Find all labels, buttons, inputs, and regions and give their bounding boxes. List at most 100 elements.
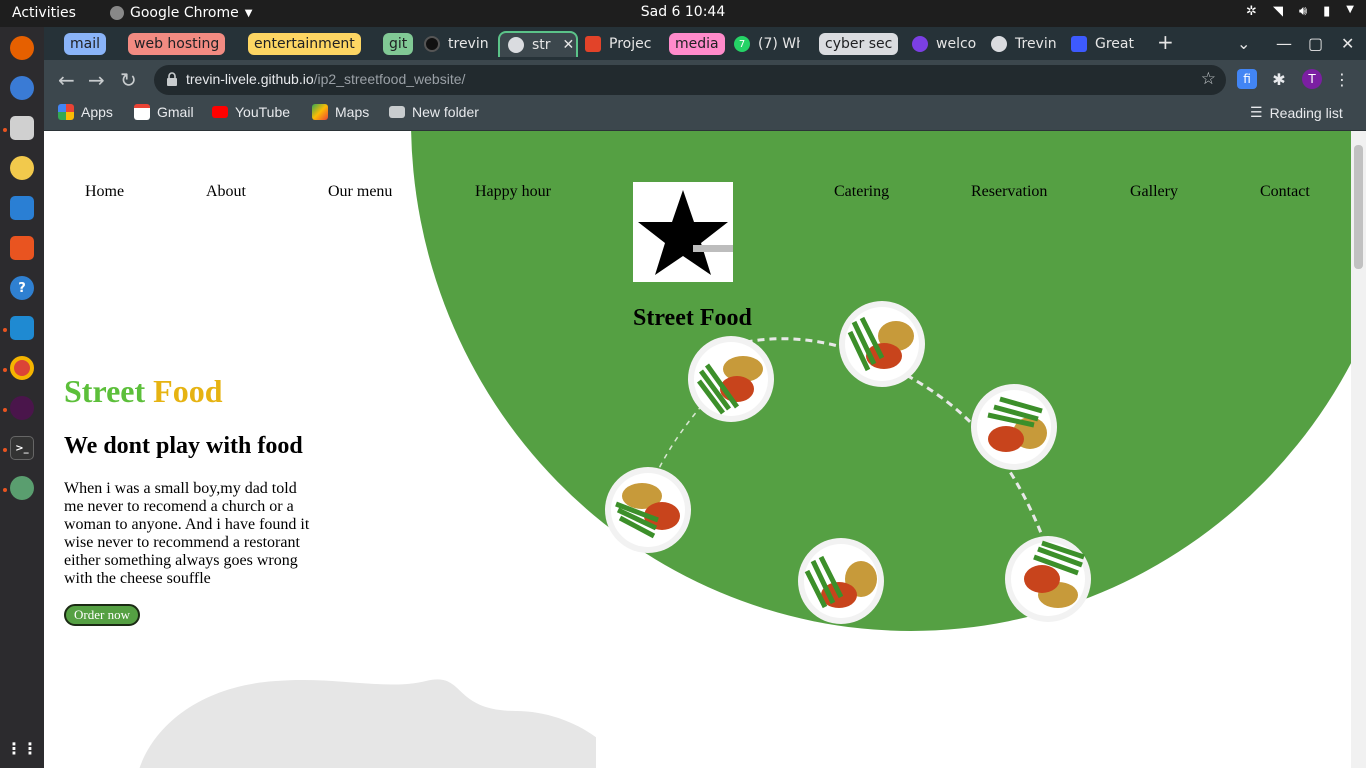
close-icon[interactable]: ✕: [563, 37, 575, 53]
system-top-bar: Activities Google Chrome ▼ Sad 6 10:44 ✲…: [0, 0, 1366, 27]
tab-group-cyber-sec[interactable]: cyber sec: [819, 31, 899, 57]
tab-title: Projec: [609, 36, 651, 52]
food-plates-orbit: [605, 301, 1091, 624]
tab-group-media[interactable]: media: [669, 31, 725, 57]
chrome-dock-icon[interactable]: [10, 356, 34, 380]
reading-list-icon: ☰: [1250, 104, 1263, 120]
browser-toolbar: ← → ↻ trevin-livele.github.io/ip2_street…: [44, 60, 1366, 100]
address-bar[interactable]: trevin-livele.github.io/ip2_streetfood_w…: [154, 65, 1226, 95]
app-icon: [912, 36, 928, 52]
tab-whatsapp[interactable]: 7 (7) Wh: [734, 31, 800, 57]
bookmark-label: Gmail: [157, 104, 194, 120]
reading-list-button[interactable]: ☰ Reading list: [1250, 104, 1343, 121]
libreoffice-writer-icon[interactable]: [10, 196, 34, 220]
tab-group-label: git: [383, 33, 414, 55]
tab-group-label: mail: [64, 33, 106, 55]
tab-title: welco: [936, 36, 976, 52]
system-tray[interactable]: ✲ ◥ 🔊︎ ▮ ▼: [1246, 4, 1354, 19]
tab-title: Great: [1095, 36, 1134, 52]
gmail-icon: [134, 104, 150, 120]
youtube-icon: [212, 106, 228, 118]
back-button[interactable]: ←: [58, 68, 75, 92]
tab-github[interactable]: trevin: [424, 31, 494, 57]
tab-strip: mail web hosting entertainment git trevi…: [44, 27, 1366, 60]
tab-group-git[interactable]: git: [383, 31, 414, 57]
translate-extension-icon[interactable]: fi: [1237, 69, 1257, 89]
plate-2: [839, 301, 925, 387]
tab-group-label: web hosting: [128, 33, 226, 55]
maps-icon: [312, 104, 328, 120]
bookmark-star-icon[interactable]: ☆: [1201, 69, 1216, 89]
tab-search-icon[interactable]: ⌄: [1237, 34, 1250, 53]
tab-group-label: cyber sec: [819, 33, 899, 55]
volume-icon[interactable]: 🔊︎: [1299, 4, 1307, 19]
url-host: trevin-livele.github.io: [186, 71, 314, 87]
slack-icon[interactable]: [10, 396, 34, 420]
bookmark-apps[interactable]: Apps: [58, 104, 113, 120]
url-text: trevin-livele.github.io/ip2_streetfood_w…: [186, 71, 465, 87]
tab-active-streetfood[interactable]: str ✕: [498, 31, 578, 57]
tab-title: Trevin: [1015, 36, 1057, 52]
bookmark-label: Apps: [81, 104, 113, 120]
page-scrollbar[interactable]: [1351, 131, 1366, 768]
tab-group-label: media: [669, 33, 725, 55]
tab-group-entertainment[interactable]: entertainment: [248, 31, 361, 57]
maximize-button[interactable]: ▢: [1308, 34, 1323, 53]
rhythmbox-icon[interactable]: [10, 156, 34, 180]
url-path: /ip2_streetfood_website/: [313, 71, 466, 87]
forward-button[interactable]: →: [88, 68, 105, 92]
profile-avatar[interactable]: T: [1302, 69, 1322, 89]
reload-button[interactable]: ↻: [120, 68, 137, 92]
bookmark-label: YouTube: [235, 104, 291, 120]
chevron-down-icon: ▼: [244, 7, 253, 19]
chrome-menu-icon[interactable]: ⋮: [1332, 69, 1352, 89]
software-center-icon[interactable]: [10, 236, 34, 260]
files-icon[interactable]: [10, 116, 34, 140]
page-viewport: Home About Our menu Happy hour Catering …: [44, 131, 1366, 768]
site-icon: [1071, 36, 1087, 52]
tab-great[interactable]: Great: [1071, 31, 1137, 57]
bookmark-label: Maps: [335, 104, 370, 120]
plate-3: [971, 384, 1057, 470]
firefox-icon[interactable]: [10, 36, 34, 60]
plate-6: [1005, 536, 1091, 622]
new-tab-button[interactable]: +: [1157, 30, 1174, 54]
close-window-button[interactable]: ✕: [1341, 34, 1354, 53]
minimize-button[interactable]: —: [1276, 34, 1292, 53]
plate-4: [605, 467, 691, 553]
tab-trevin[interactable]: Trevin: [991, 31, 1057, 57]
globe-icon: [508, 37, 524, 53]
bookmark-youtube[interactable]: YouTube: [212, 104, 290, 120]
chrome-icon: [110, 6, 124, 20]
bookmark-label: New folder: [412, 104, 479, 120]
vscode-icon[interactable]: [10, 316, 34, 340]
lock-icon: [167, 72, 177, 86]
tab-gitlab[interactable]: Projec: [585, 31, 651, 57]
show-applications-icon[interactable]: ⋮⋮: [6, 736, 38, 760]
slack-tray-icon[interactable]: ✲: [1246, 4, 1257, 19]
activities-button[interactable]: Activities: [12, 5, 76, 21]
terminal-icon[interactable]: >_: [10, 436, 34, 460]
chevron-down-icon[interactable]: ▼: [1346, 4, 1354, 19]
extensions-icon[interactable]: ✱: [1269, 69, 1289, 89]
help-icon[interactable]: ?: [10, 276, 34, 300]
dock: ? >_ ⋮⋮: [0, 27, 44, 768]
tab-welcome[interactable]: welco: [912, 31, 976, 57]
tab-group-label: entertainment: [248, 33, 361, 55]
app-menu-label: Google Chrome: [130, 5, 239, 21]
bookmark-gmail[interactable]: Gmail: [134, 104, 194, 120]
whatsapp-icon: 7: [734, 36, 750, 52]
bookmark-maps[interactable]: Maps: [312, 104, 369, 120]
wifi-icon[interactable]: ◥: [1273, 4, 1283, 19]
battery-icon[interactable]: ▮: [1323, 4, 1330, 19]
bookmark-new-folder[interactable]: New folder: [389, 104, 479, 120]
scrollbar-thumb[interactable]: [1354, 145, 1363, 269]
tab-group-mail[interactable]: mail: [64, 31, 106, 57]
globe-icon: [991, 36, 1007, 52]
tab-group-web-hosting[interactable]: web hosting: [128, 31, 226, 57]
network-icon[interactable]: [10, 476, 34, 500]
thunderbird-icon[interactable]: [10, 76, 34, 100]
folder-icon: [389, 106, 405, 118]
app-menu[interactable]: Google Chrome ▼: [110, 5, 252, 21]
apps-grid-icon: [58, 104, 74, 120]
